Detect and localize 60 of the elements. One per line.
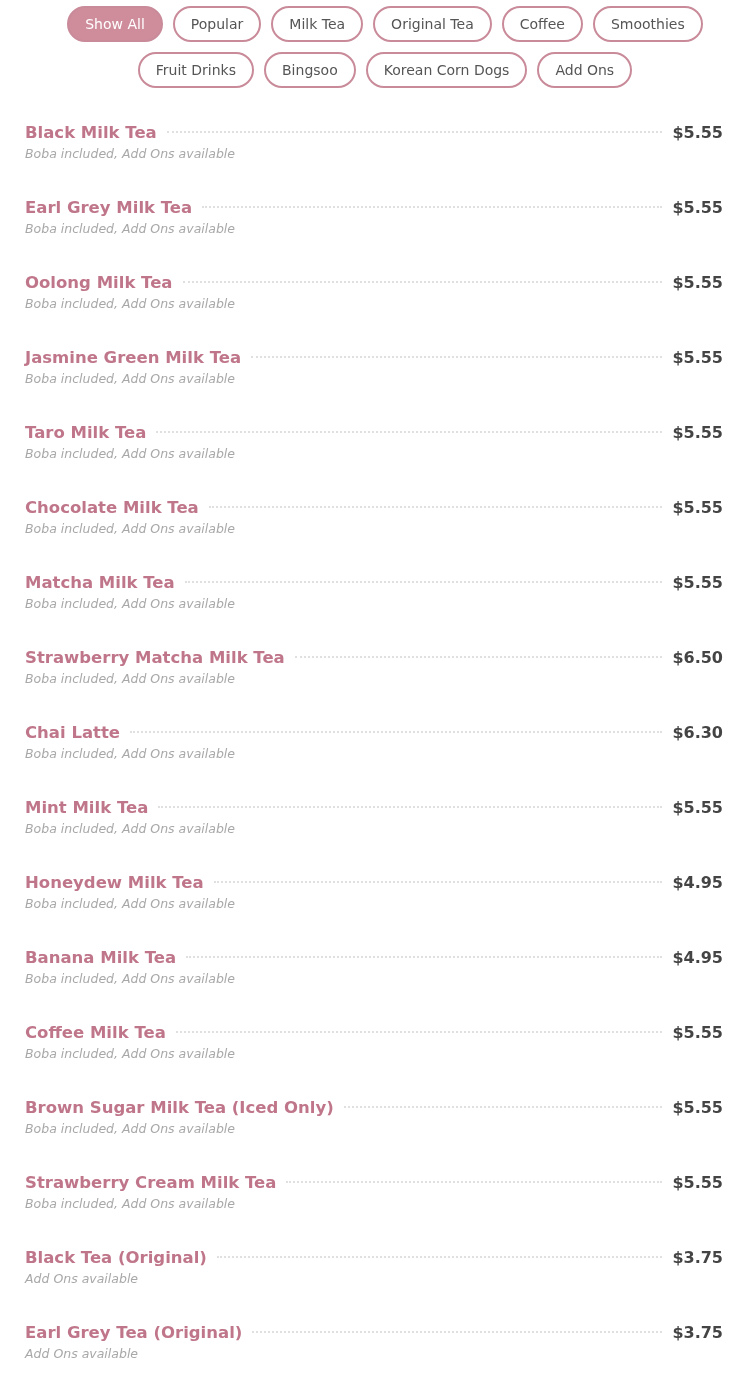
- item-price: $5.55: [672, 497, 723, 517]
- item-note: Boba included, Add Ons available: [25, 296, 237, 311]
- item-note: Boba included, Add Ons available: [25, 446, 237, 461]
- item-name: Earl Grey Tea (Original): [25, 1322, 243, 1342]
- item-price: $5.55: [672, 1022, 723, 1042]
- item-name: Strawberry Cream Milk Tea: [25, 1172, 277, 1192]
- item-note: Boba included, Add Ons available: [25, 221, 237, 236]
- item-price: $5.55: [672, 422, 723, 442]
- item-note: Boba included, Add Ons available: [25, 596, 237, 611]
- item-name: Matcha Milk Tea: [25, 572, 175, 592]
- item-name: Strawberry Matcha Milk Tea: [25, 647, 285, 667]
- filter-tab[interactable]: Bingsoo: [264, 52, 356, 88]
- item-name: Earl Grey Milk Tea: [25, 197, 193, 217]
- item-note: Add Ons available: [25, 1346, 140, 1361]
- item-price: $4.95: [672, 947, 723, 967]
- item-price: $5.55: [672, 122, 723, 142]
- item-name: Banana Milk Tea: [25, 947, 177, 967]
- item-note: Boba included, Add Ons available: [25, 1121, 237, 1136]
- item-price: $5.55: [672, 797, 723, 817]
- item-price: $3.75: [672, 1247, 723, 1267]
- item-name: Mint Milk Tea: [25, 797, 149, 817]
- item-name: Honeydew Milk Tea: [25, 872, 204, 892]
- filter-tab[interactable]: Popular: [172, 6, 262, 42]
- item-note: Boba included, Add Ons available: [25, 521, 237, 536]
- item-price: $5.55: [672, 197, 723, 217]
- item-name: Jasmine Green Milk Tea: [25, 347, 241, 367]
- item-note: Boba included, Add Ons available: [25, 371, 237, 386]
- item-price: $5.55: [672, 347, 723, 367]
- filter-tab[interactable]: Smoothies: [592, 6, 703, 42]
- item-note: Boba included, Add Ons available: [25, 671, 237, 686]
- item-note: Boba included, Add Ons available: [25, 821, 237, 836]
- item-name: Chai Latte: [25, 722, 120, 742]
- item-price: $5.55: [672, 1097, 723, 1117]
- item-note: Boba included, Add Ons available: [25, 746, 237, 761]
- item-name: Brown Sugar Milk Tea (Iced Only): [25, 1097, 334, 1117]
- filter-tab[interactable]: Fruit Drinks: [137, 52, 254, 88]
- item-note: Boba included, Add Ons available: [25, 896, 237, 911]
- filter-tab[interactable]: Coffee: [501, 6, 583, 42]
- item-note: Boba included, Add Ons available: [25, 1046, 237, 1061]
- item-name: Black Tea (Original): [25, 1247, 207, 1267]
- item-price: $3.75: [672, 1322, 723, 1342]
- filter-tab[interactable]: Korean Corn Dogs: [365, 52, 528, 88]
- item-name: Oolong Milk Tea: [25, 272, 173, 292]
- item-name: Taro Milk Tea: [25, 422, 147, 442]
- item-name: Black Milk Tea: [25, 122, 157, 142]
- filter-tab[interactable]: Add Ons: [537, 52, 633, 88]
- item-note: Boba included, Add Ons available: [25, 146, 237, 161]
- item-price: $5.55: [672, 572, 723, 592]
- filter-tab[interactable]: Original Tea: [373, 6, 492, 42]
- item-price: $5.55: [672, 272, 723, 292]
- item-price: $5.55: [672, 1172, 723, 1192]
- filter-tab[interactable]: Milk Tea: [271, 6, 364, 42]
- item-note: Boba included, Add Ons available: [25, 1196, 237, 1211]
- item-name: Coffee Milk Tea: [25, 1022, 166, 1042]
- item-price: $6.30: [672, 722, 723, 742]
- item-note: Add Ons available: [25, 1271, 140, 1286]
- item-name: Chocolate Milk Tea: [25, 497, 199, 517]
- item-note: Boba included, Add Ons available: [25, 971, 237, 986]
- item-price: $6.50: [672, 647, 723, 667]
- item-price: $4.95: [672, 872, 723, 892]
